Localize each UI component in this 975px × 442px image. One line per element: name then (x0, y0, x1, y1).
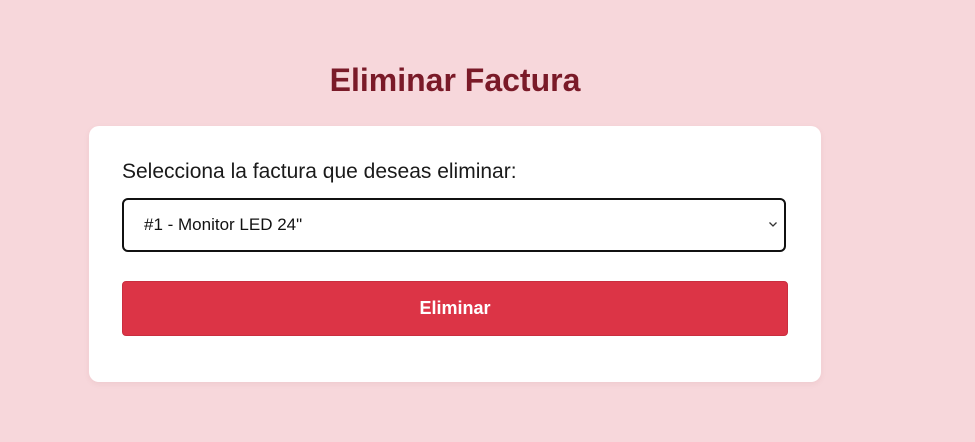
invoice-select-value: #1 - Monitor LED 24" (144, 215, 303, 234)
invoice-select[interactable]: #1 - Monitor LED 24" (122, 198, 786, 252)
page-title: Eliminar Factura (329, 62, 581, 98)
delete-button[interactable]: Eliminar (122, 281, 788, 336)
chevron-down-icon (769, 222, 777, 227)
invoice-select-label: Selecciona la factura que deseas elimina… (122, 160, 517, 183)
page: Eliminar Factura Selecciona la factura q… (0, 0, 975, 442)
delete-invoice-card: Selecciona la factura que deseas elimina… (89, 126, 821, 382)
